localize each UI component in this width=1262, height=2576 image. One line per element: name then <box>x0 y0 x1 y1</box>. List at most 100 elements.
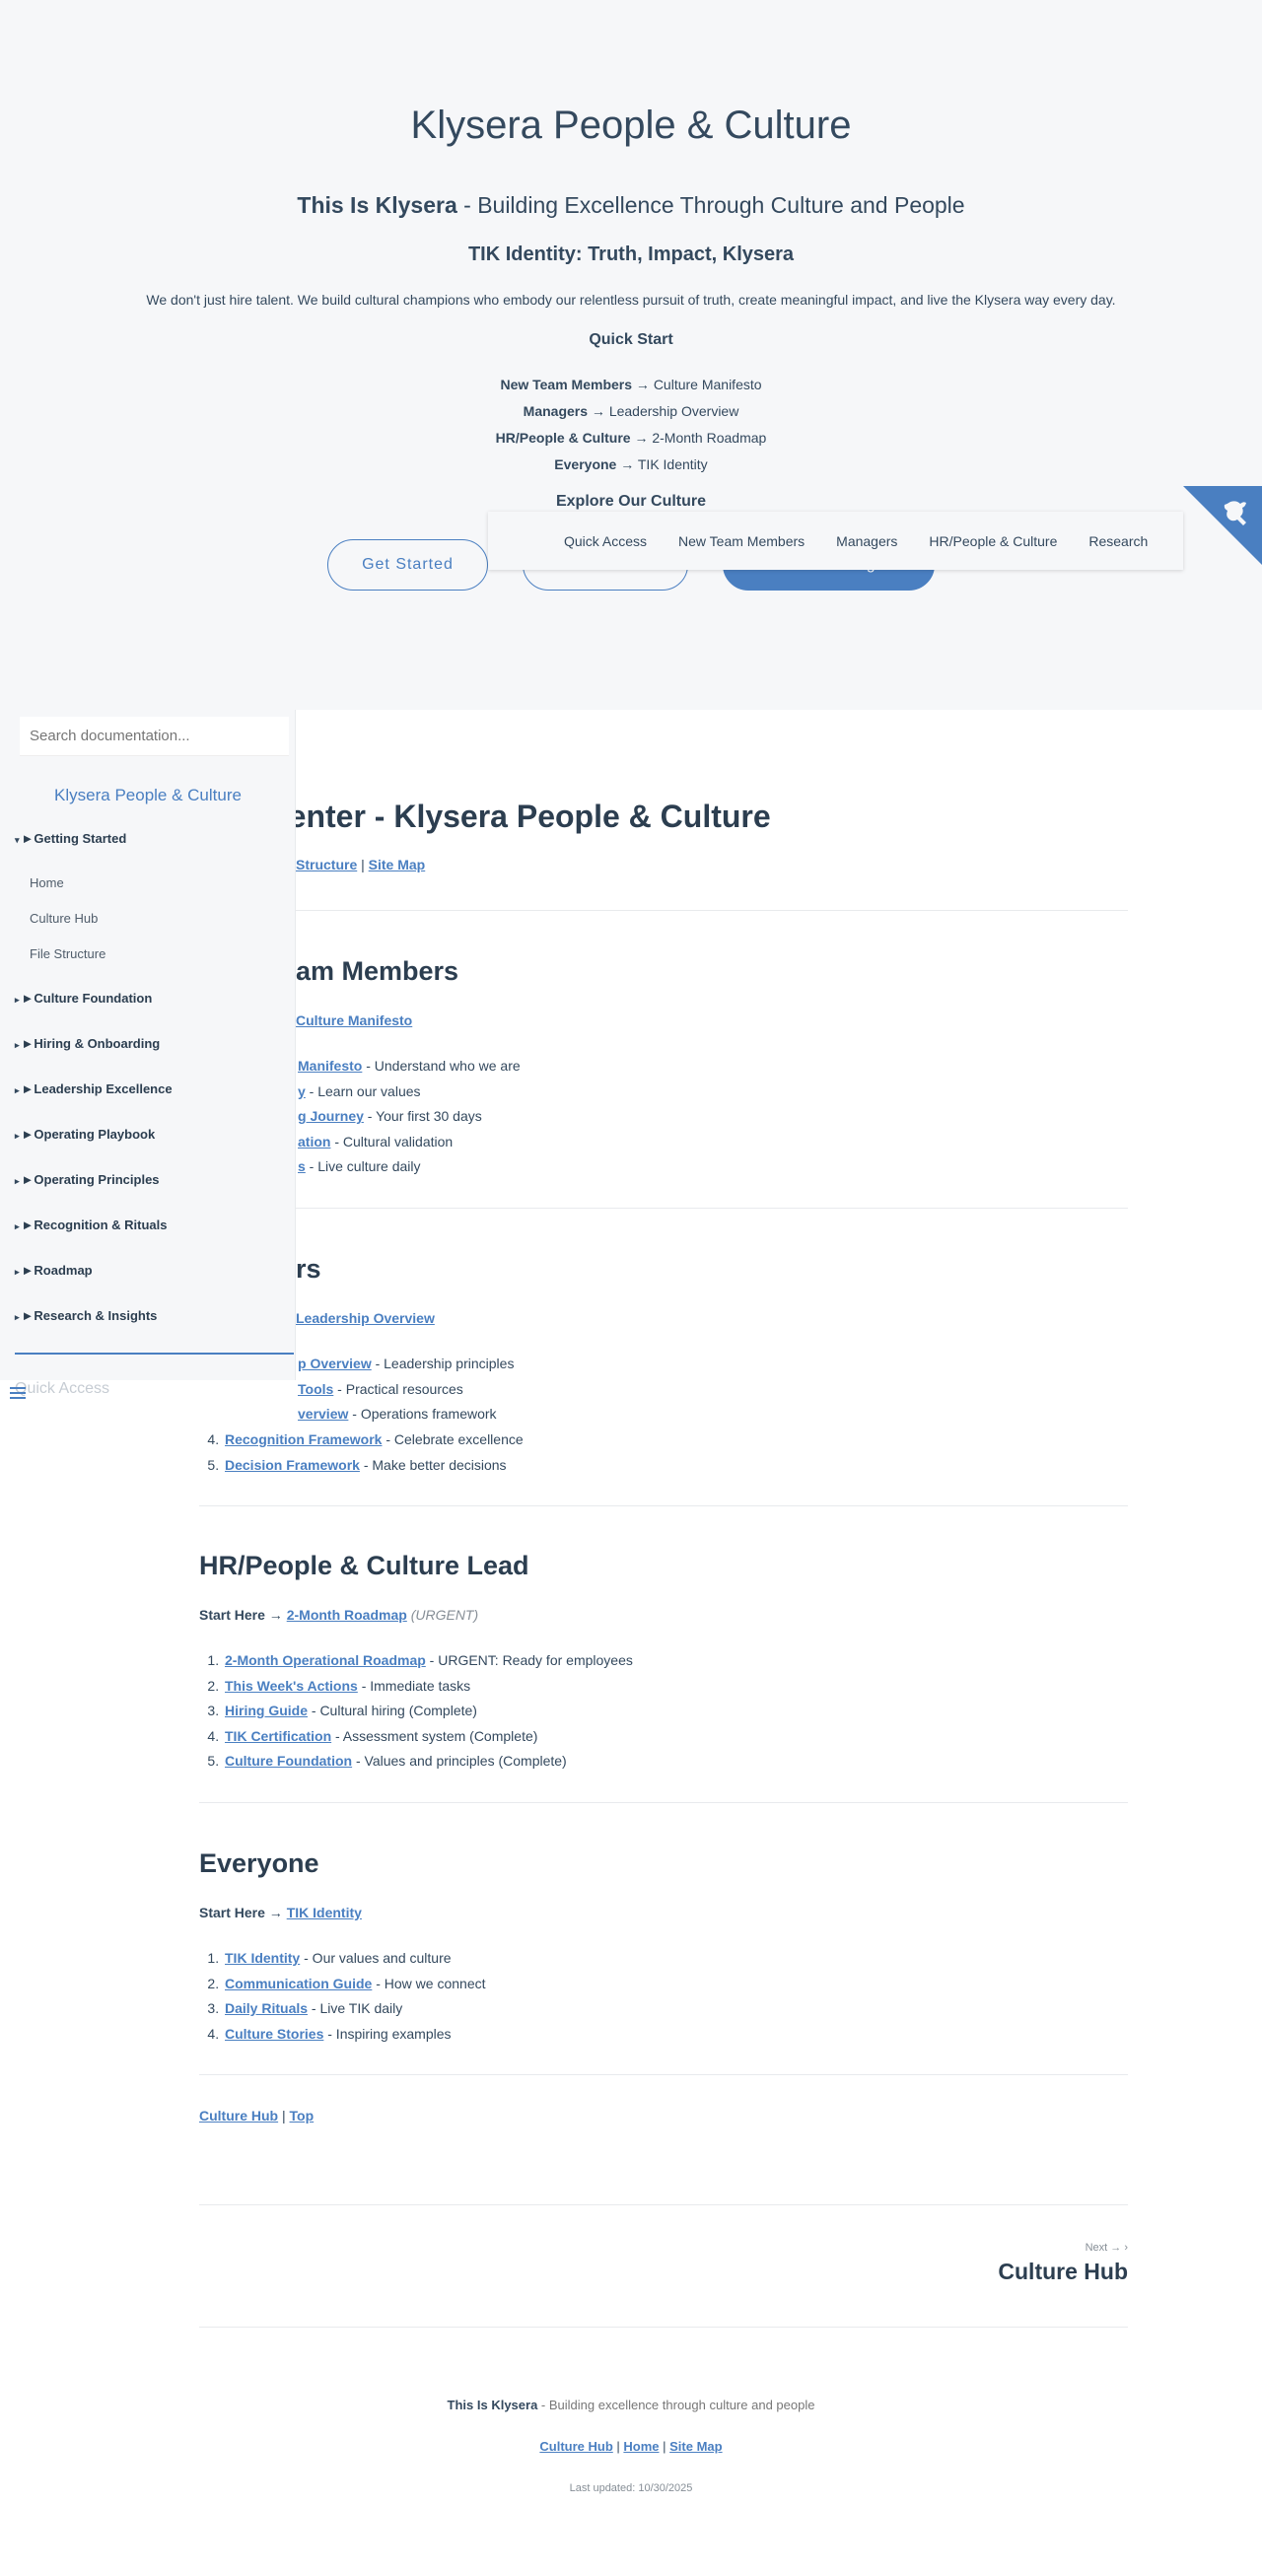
list-link[interactable]: ation <box>298 1134 330 1149</box>
list-link[interactable]: Culture Stories <box>225 2026 323 2042</box>
sidebar-group-playbook[interactable]: ▸ ►Operating Playbook <box>15 1127 155 1142</box>
sidebar-item-home[interactable]: Home <box>30 875 64 890</box>
sidebar-group-hiring[interactable]: ▸ ►Hiring & Onboarding <box>15 1036 160 1051</box>
leadership-overview-link[interactable]: Leadership Overview <box>296 1310 435 1326</box>
caret-right-icon: ▸ <box>15 1176 20 1186</box>
sidebar-item-file-structure[interactable]: File Structure <box>30 946 105 961</box>
everyone-start: Start Here → TIK Identity <box>199 1905 362 1920</box>
culture-hub-link[interactable]: Culture Hub <box>199 2108 278 2123</box>
list-link[interactable]: g Journey <box>298 1108 364 1124</box>
sidebar-group-principles[interactable]: ▸ ►Operating Principles <box>15 1172 160 1187</box>
footer-links: Culture Hub | Home | Site Map <box>539 2439 723 2454</box>
topnav-quick-access[interactable]: Quick Access <box>564 533 647 549</box>
divider <box>199 2074 1128 2075</box>
get-started-button[interactable]: Get Started <box>327 539 488 591</box>
quick-start-item: New Team Members → Culture Manifesto <box>500 377 762 392</box>
caret-right-icon: ▸ <box>15 1085 20 1095</box>
sidebar-group-recognition[interactable]: ▸ ►Recognition & Rituals <box>15 1218 167 1232</box>
menu-icon[interactable] <box>9 1384 27 1402</box>
quick-start-item: Everyone → TIK Identity <box>554 456 708 472</box>
caret-right-icon: ▸ <box>15 995 20 1005</box>
divider <box>199 910 1128 911</box>
list-link[interactable]: p Overview <box>298 1356 372 1371</box>
quick-start-title: Quick Start <box>589 331 673 348</box>
cover-title: Klysera People & Culture <box>410 104 852 147</box>
divider <box>199 2204 1128 2205</box>
top-nav-dropdown: Quick Access New Team Members Managers H… <box>488 512 1183 570</box>
search-input[interactable] <box>20 717 289 756</box>
list-item: ation - Cultural validation <box>298 1133 454 1149</box>
structure-link[interactable]: Structure <box>296 857 357 872</box>
tik-identity-link[interactable]: TIK Identity <box>287 1905 362 1920</box>
list-item: Communication Guide - How we connect <box>223 1972 486 1997</box>
list-link[interactable]: verview <box>298 1406 348 1422</box>
list-link[interactable]: Tools <box>298 1381 333 1397</box>
list-link[interactable]: s <box>298 1158 306 1174</box>
list-link[interactable]: Decision Framework <box>225 1457 360 1473</box>
caret-right-icon: ▸ <box>15 1131 20 1141</box>
list-link[interactable]: Manifesto <box>298 1058 362 1074</box>
list-item: Tools - Practical resources <box>298 1380 463 1397</box>
caret-right-icon: ▸ <box>15 1312 20 1322</box>
sitemap-link[interactable]: Site Map <box>369 857 426 872</box>
sidebar-group-roadmap[interactable]: ▸ ►Roadmap <box>15 1263 93 1278</box>
list-link[interactable]: Culture Foundation <box>225 1753 352 1769</box>
list-link[interactable]: y <box>298 1083 306 1099</box>
next-label[interactable]: Next → › <box>1086 2242 1128 2254</box>
sidebar-group-leadership[interactable]: ▸ ►Leadership Excellence <box>15 1081 173 1096</box>
list-item: TIK Certification - Assessment system (C… <box>223 1724 633 1750</box>
list-link[interactable]: 2-Month Operational Roadmap <box>225 1652 426 1668</box>
quick-start-list: New Team Members → Culture Manifesto Man… <box>0 372 1262 478</box>
list-link[interactable]: TIK Certification <box>225 1728 331 1744</box>
topnav-research[interactable]: Research <box>1088 533 1148 549</box>
sidebar-item-culture-hub[interactable]: Culture Hub <box>30 911 98 926</box>
quick-start-item: Managers → Leadership Overview <box>523 403 739 419</box>
list-item: g Journey - Your first 30 days <box>298 1108 482 1125</box>
divider <box>199 1208 1128 1209</box>
list-item: verview - Operations framework <box>298 1406 497 1423</box>
section-heading-new-members: am Members <box>296 956 459 986</box>
topnav-new-team-members[interactable]: New Team Members <box>678 533 805 549</box>
list-item: Culture Stories - Inspiring examples <box>223 2022 486 2048</box>
list-item: 2-Month Operational Roadmap - URGENT: Re… <box>223 1648 633 1674</box>
everyone-list: TIK Identity - Our values and culture Co… <box>223 1946 486 2047</box>
list-link[interactable]: This Week's Actions <box>225 1678 358 1694</box>
list-link[interactable]: Daily Rituals <box>225 2000 308 2016</box>
topnav-hr[interactable]: HR/People & Culture <box>929 533 1057 549</box>
last-updated: Last updated: 10/30/2025 <box>569 2482 693 2494</box>
list-link[interactable]: Hiring Guide <box>225 1703 308 1718</box>
hr-list: 2-Month Operational Roadmap - URGENT: Re… <box>223 1648 633 1775</box>
sidebar-group-research[interactable]: ▸ ►Research & Insights <box>15 1308 157 1323</box>
list-item: Decision Framework - Make better decisio… <box>223 1453 524 1479</box>
list-item: Hiring Guide - Cultural hiring (Complete… <box>223 1699 633 1724</box>
list-item: p Overview - Leadership principles <box>298 1356 515 1371</box>
next-page-link[interactable]: Culture Hub <box>998 2259 1128 2285</box>
github-corner-icon[interactable] <box>1183 486 1262 565</box>
divider <box>199 1802 1128 1803</box>
top-links: Structure | Site Map <box>296 857 426 872</box>
caret-right-icon: ▸ <box>15 1221 20 1231</box>
culture-manifesto-link[interactable]: Culture Manifesto <box>296 1012 412 1028</box>
roadmap-link[interactable]: 2-Month Roadmap <box>287 1607 407 1623</box>
list-item: s - Live culture daily <box>298 1158 421 1175</box>
caret-right-icon: ▸ <box>15 1040 20 1050</box>
topnav-managers[interactable]: Managers <box>836 533 897 549</box>
list-link[interactable]: Communication Guide <box>225 1976 372 1991</box>
top-link[interactable]: Top <box>290 2108 315 2123</box>
list-item: Daily Rituals - Live TIK daily <box>223 1996 486 2022</box>
sidebar-app-name[interactable]: Klysera People & Culture <box>0 786 296 805</box>
managers-list-head: p Overview - Leadership principles Tools… <box>296 1352 514 1427</box>
list-item: y - Learn our values <box>298 1082 421 1099</box>
new-members-start: Culture Manifesto <box>296 1012 412 1028</box>
list-item: TIK Identity - Our values and culture <box>223 1946 486 1972</box>
footer-home-link[interactable]: Home <box>623 2439 659 2454</box>
sidebar-group-culture-foundation[interactable]: ▸ ►Culture Foundation <box>15 991 152 1006</box>
managers-list-tail: Recognition Framework - Celebrate excell… <box>223 1427 524 1478</box>
sidebar-group-getting-started[interactable]: ▾ ►Getting Started <box>15 831 126 846</box>
list-link[interactable]: TIK Identity <box>225 1950 300 1966</box>
footer-sitemap-link[interactable]: Site Map <box>669 2439 722 2454</box>
section-heading-managers: rs <box>296 1254 321 1284</box>
managers-start: Leadership Overview <box>296 1310 435 1326</box>
footer-hub-link[interactable]: Culture Hub <box>539 2439 612 2454</box>
list-link[interactable]: Recognition Framework <box>225 1431 382 1447</box>
